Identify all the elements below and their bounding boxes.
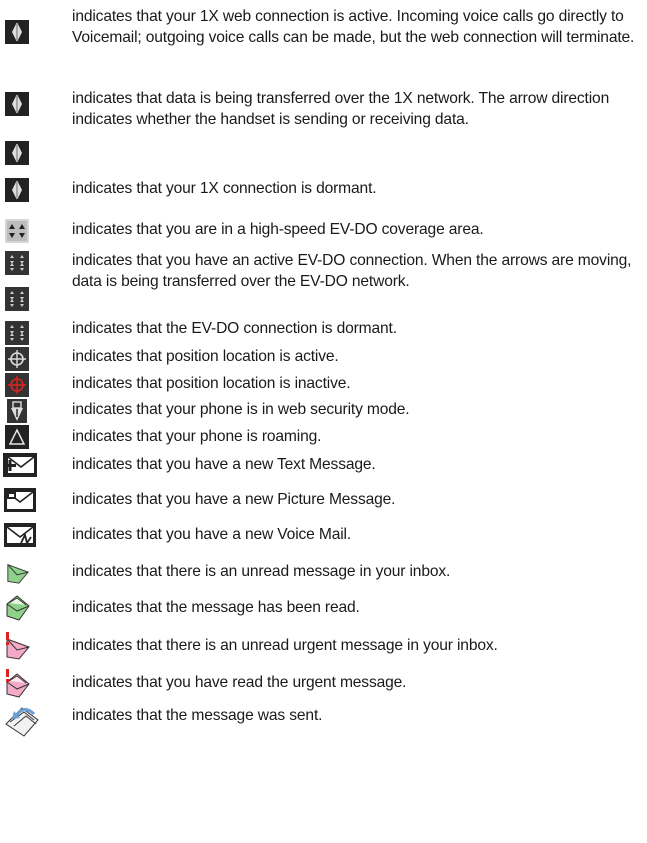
description-evdo-coverage: indicates that you are in a high-speed E… [72,221,484,238]
read-message-icon [5,594,31,622]
new-voice-mail-icon [4,523,36,547]
description-roaming: indicates that your phone is roaming. [72,428,322,445]
description-new-picture-message: indicates that you have a new Picture Me… [72,491,396,508]
unread-message-icon [5,561,31,585]
description-message-sent: indicates that the message was sent. [72,707,323,724]
description-evdo-active: indicates that you have an active EV-DO … [72,252,632,291]
web-security-icon [7,399,27,423]
description-new-voice-mail: indicates that you have a new Voice Mail… [72,526,352,543]
description-position-inactive: indicates that position location is inac… [72,375,351,392]
description-1x-dormant: indicates that your 1X connection is dor… [72,180,377,197]
description-read-message: indicates that the message has been read… [72,599,360,616]
evdo-dormant-icon [5,321,29,345]
unread-urgent-message-icon [3,631,31,661]
evdo-coverage-icon [5,219,29,243]
1x-dormant-icon [5,178,29,202]
description-1x-data-transfer: indicates that data is being transferred… [72,90,610,129]
description-position-active: indicates that position location is acti… [72,348,339,365]
description-new-text-message: indicates that you have a new Text Messa… [72,456,376,473]
roaming-icon [5,425,29,449]
1x-receiving-icon [5,141,29,165]
description-web-security: indicates that your phone is in web secu… [72,401,410,418]
description-read-urgent-message: indicates that you have read the urgent … [72,674,407,691]
description-evdo-dormant: indicates that the EV-DO connection is d… [72,320,397,337]
new-text-message-icon [3,453,37,477]
evdo-active-icon [5,251,29,275]
description-unread-message: indicates that there is an unread messag… [72,563,451,580]
description-unread-urgent-message: indicates that there is an unread urgent… [72,637,498,654]
read-urgent-message-icon [3,668,31,698]
sent-message-icon [2,702,42,738]
evdo-moving-icon [5,287,29,311]
position-location-active-icon [5,347,29,371]
new-picture-message-icon [4,488,36,512]
position-location-inactive-icon [5,373,29,397]
1x-sending-icon [5,92,29,116]
1x-active-icon [5,20,29,44]
description-1x-web-active: indicates that your 1X web connection is… [72,8,635,47]
